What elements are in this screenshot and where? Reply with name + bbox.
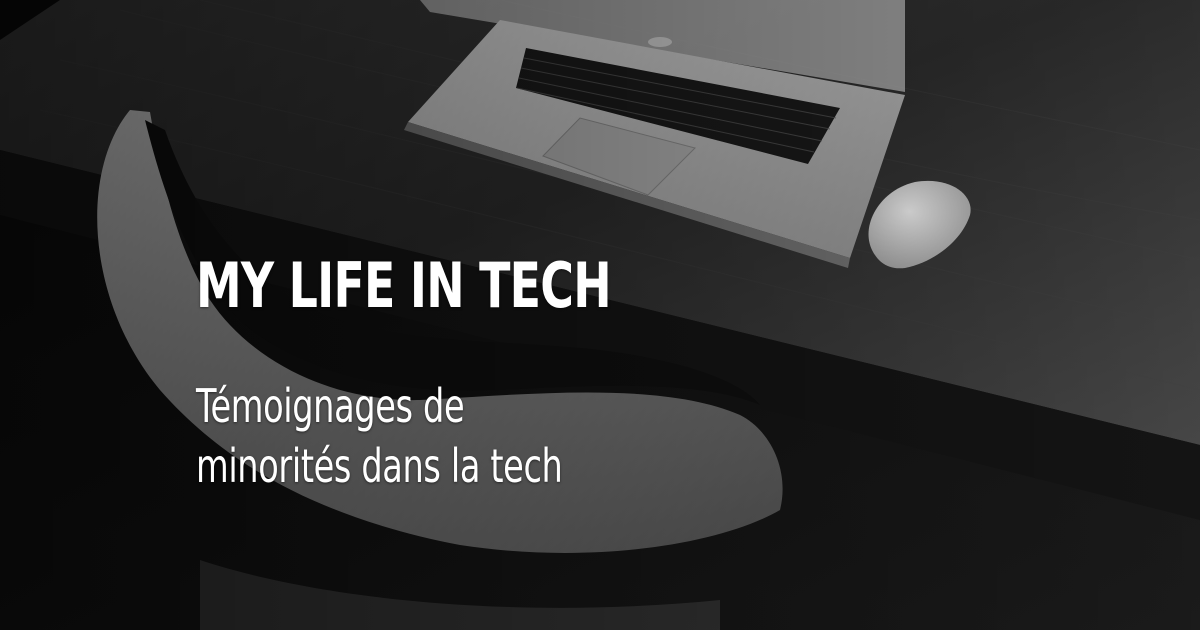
banner: MY LIFE IN TECH Témoignages de minorités… (0, 0, 1200, 630)
banner-subtitle-line-2: minorités dans la tech (196, 439, 563, 493)
banner-title: MY LIFE IN TECH (196, 249, 612, 322)
banner-subtitle: Témoignages de minorités dans la tech (196, 376, 563, 496)
banner-subtitle-line-1: Témoignages de (196, 379, 465, 433)
